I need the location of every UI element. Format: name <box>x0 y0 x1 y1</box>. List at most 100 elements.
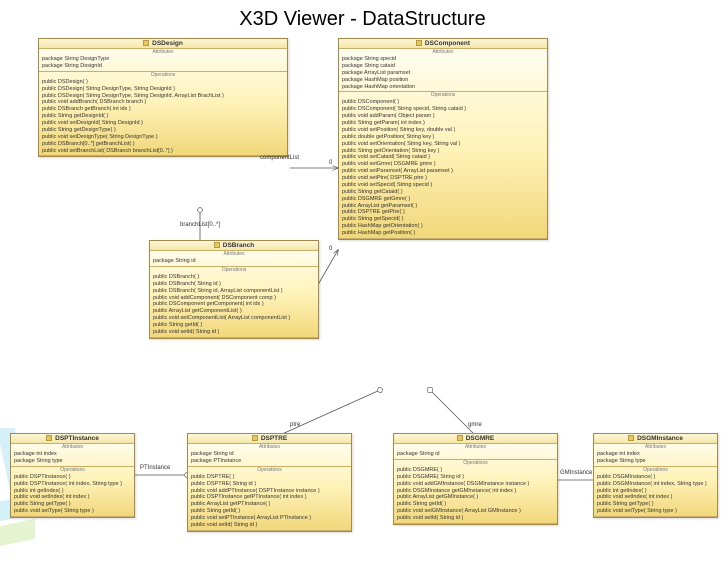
class-name: DSGMInstance <box>637 435 683 442</box>
ops-list: public DSBranch( )public DSBranch( Strin… <box>150 273 318 337</box>
member-row: public DSPTInstance( int index, String t… <box>14 481 131 488</box>
member-row: package HashMap position <box>342 77 544 84</box>
edge-label-branchlist: branchList[0..*] <box>180 222 220 228</box>
member-row: public String getType( ) <box>597 501 714 508</box>
edge-mult-a: 0 <box>329 160 332 166</box>
edge-label-gmi: GMInstance <box>560 470 592 476</box>
ops-list: public DSGMInstance( )public DSGMInstanc… <box>594 473 717 516</box>
member-row: public void addGMInstance( DSGMInstance … <box>397 481 554 488</box>
class-name: DSPTInstance <box>55 435 99 442</box>
member-row: public DSBranch( String id ) <box>153 281 315 288</box>
member-row: public DSPTRE getPtre( ) <box>342 209 544 216</box>
member-row: public void setType( String type ) <box>14 508 131 515</box>
member-row: public void setDesignType( String Design… <box>42 134 284 141</box>
member-row: public void setType( String type ) <box>597 508 714 515</box>
member-row: public void setId( String id ) <box>191 522 348 529</box>
member-row: package int index <box>14 451 131 458</box>
member-row: public void addPTInstance( DSPTInstance … <box>191 488 348 495</box>
edge-label-componentlist: componentList <box>260 155 299 161</box>
ops-list: public DSComponent( )public DSComponent(… <box>339 98 547 238</box>
member-row: public DSGMRE( ) <box>397 467 554 474</box>
member-row: public DSPTRE( ) <box>191 474 348 481</box>
member-row: public String getDesignId( ) <box>42 113 284 120</box>
ops-list: public DSPTRE( )public DSPTRE( String id… <box>188 473 351 530</box>
member-row: package int index <box>597 451 714 458</box>
class-dsptinstance: DSPTInstance Attributespackage int index… <box>10 433 135 518</box>
member-row: public String getId( ) <box>191 508 348 515</box>
member-row: package String specid <box>342 56 544 63</box>
member-row: public DSDesign( ) <box>42 79 284 86</box>
member-row: public void setSpecid( String specid ) <box>342 182 544 189</box>
member-row: public DSPTRE( String id ) <box>191 481 348 488</box>
member-row: public void setPTInstance( ArrayList PTI… <box>191 515 348 522</box>
member-row: public int getIndex( ) <box>14 488 131 495</box>
member-row: public DSGMInstance( int index, String t… <box>597 481 714 488</box>
member-row: package String DesignId <box>42 63 284 70</box>
member-row: public DSGMRE getGmre( ) <box>342 196 544 203</box>
member-row: package PTInstance <box>191 458 348 465</box>
class-dsdesign: DSDesign Attributespackage String Design… <box>38 38 288 157</box>
member-row: public DSGMRE( String id ) <box>397 474 554 481</box>
member-row: public DSBranch getBranch( int idx ) <box>42 106 284 113</box>
member-row: public DSPTInstance( ) <box>14 474 131 481</box>
member-row: public void setGMInstance( ArrayList GMI… <box>397 508 554 515</box>
member-row: public double getPosition( String key ) <box>342 134 544 141</box>
member-row: public DSBranch( ) <box>153 274 315 281</box>
member-row: public void setId( String id ) <box>397 515 554 522</box>
member-row: public ArrayList getComponentList( ) <box>153 308 315 315</box>
member-row: public void setOrientation( String key, … <box>342 141 544 148</box>
member-row: public void setBranchList( DSBranch bran… <box>42 148 284 155</box>
member-row: public String getDesignType( ) <box>42 127 284 134</box>
member-row: public void setIndex( int index ) <box>14 494 131 501</box>
member-row: public void addParam( Object param ) <box>342 113 544 120</box>
member-row: public HashMap getPosition( ) <box>342 230 544 237</box>
class-dsptre: DSPTRE Attributespackage String idpackag… <box>187 433 352 532</box>
class-dscomponent: DSComponent Attributespackage String spe… <box>338 38 548 240</box>
member-row: package String id <box>191 451 348 458</box>
member-row: public DSDesign( String DesignType, Stri… <box>42 93 284 100</box>
member-row: public void setPtre( DSPTRE ptre ) <box>342 175 544 182</box>
edge-label-gmre: gmre <box>468 422 482 428</box>
class-dsgmre: DSGMRE Attributespackage String id Opera… <box>393 433 558 525</box>
member-row: public String getId( ) <box>153 322 315 329</box>
member-row: public DSPTInstance getPTInstance( int i… <box>191 494 348 501</box>
class-name: DSGMRE <box>466 435 495 442</box>
member-row: public ArrayList getPTInstance( ) <box>191 501 348 508</box>
member-row: package String DesignType <box>42 56 284 63</box>
member-row: public int getIndex( ) <box>597 488 714 495</box>
attr-list: package int indexpackage String type <box>11 450 134 466</box>
class-name: DSPTRE <box>261 435 287 442</box>
class-dsbranch: DSBranch Attributespackage String id Ope… <box>149 240 319 339</box>
member-row: package String type <box>14 458 131 465</box>
member-row: public String getOrientation( String key… <box>342 148 544 155</box>
member-row: public void setId( String id ) <box>153 329 315 336</box>
class-dsgminstance: DSGMInstance Attributespackage int index… <box>593 433 718 518</box>
attr-list: package String id <box>150 257 318 266</box>
member-row: public void setComponentList( ArrayList … <box>153 315 315 322</box>
member-row: public void addComponent( DSComponent co… <box>153 295 315 302</box>
edge-mult-b: 0 <box>329 246 332 252</box>
member-row: public void setDesignId( String DesignId… <box>42 120 284 127</box>
class-name: DSComponent <box>425 40 470 47</box>
member-row: public DSGMInstance( ) <box>597 474 714 481</box>
member-row: public HashMap getOrientation( ) <box>342 223 544 230</box>
member-row: public void setPosition( String key, dou… <box>342 127 544 134</box>
member-row: public String getSpecid( ) <box>342 216 544 223</box>
attr-list: package String idpackage PTInstance <box>188 450 351 466</box>
member-row: public DSGMInstance getGMInstance( int i… <box>397 488 554 495</box>
member-row: package String cataid <box>342 63 544 70</box>
member-row: package HashMap orientation <box>342 84 544 91</box>
member-row: package String id <box>397 451 554 458</box>
edge-label-ptre: ptre <box>290 422 300 428</box>
member-row: public ArrayList getParamset( ) <box>342 203 544 210</box>
member-row: public void setCataid( String cataid ) <box>342 154 544 161</box>
attr-list: package String id <box>394 450 557 459</box>
member-row: public void addBranch( DSBranch branch ) <box>42 99 284 106</box>
attr-list: package String specidpackage String cata… <box>339 55 547 91</box>
member-row: public DSComponent( String specid, Strin… <box>342 106 544 113</box>
member-row: public ArrayList getGMInstance( ) <box>397 494 554 501</box>
member-row: package String type <box>597 458 714 465</box>
attr-list: package int indexpackage String type <box>594 450 717 466</box>
member-row: public String getParam( int index ) <box>342 120 544 127</box>
member-row: public DSDesign( String DesignType, Stri… <box>42 86 284 93</box>
